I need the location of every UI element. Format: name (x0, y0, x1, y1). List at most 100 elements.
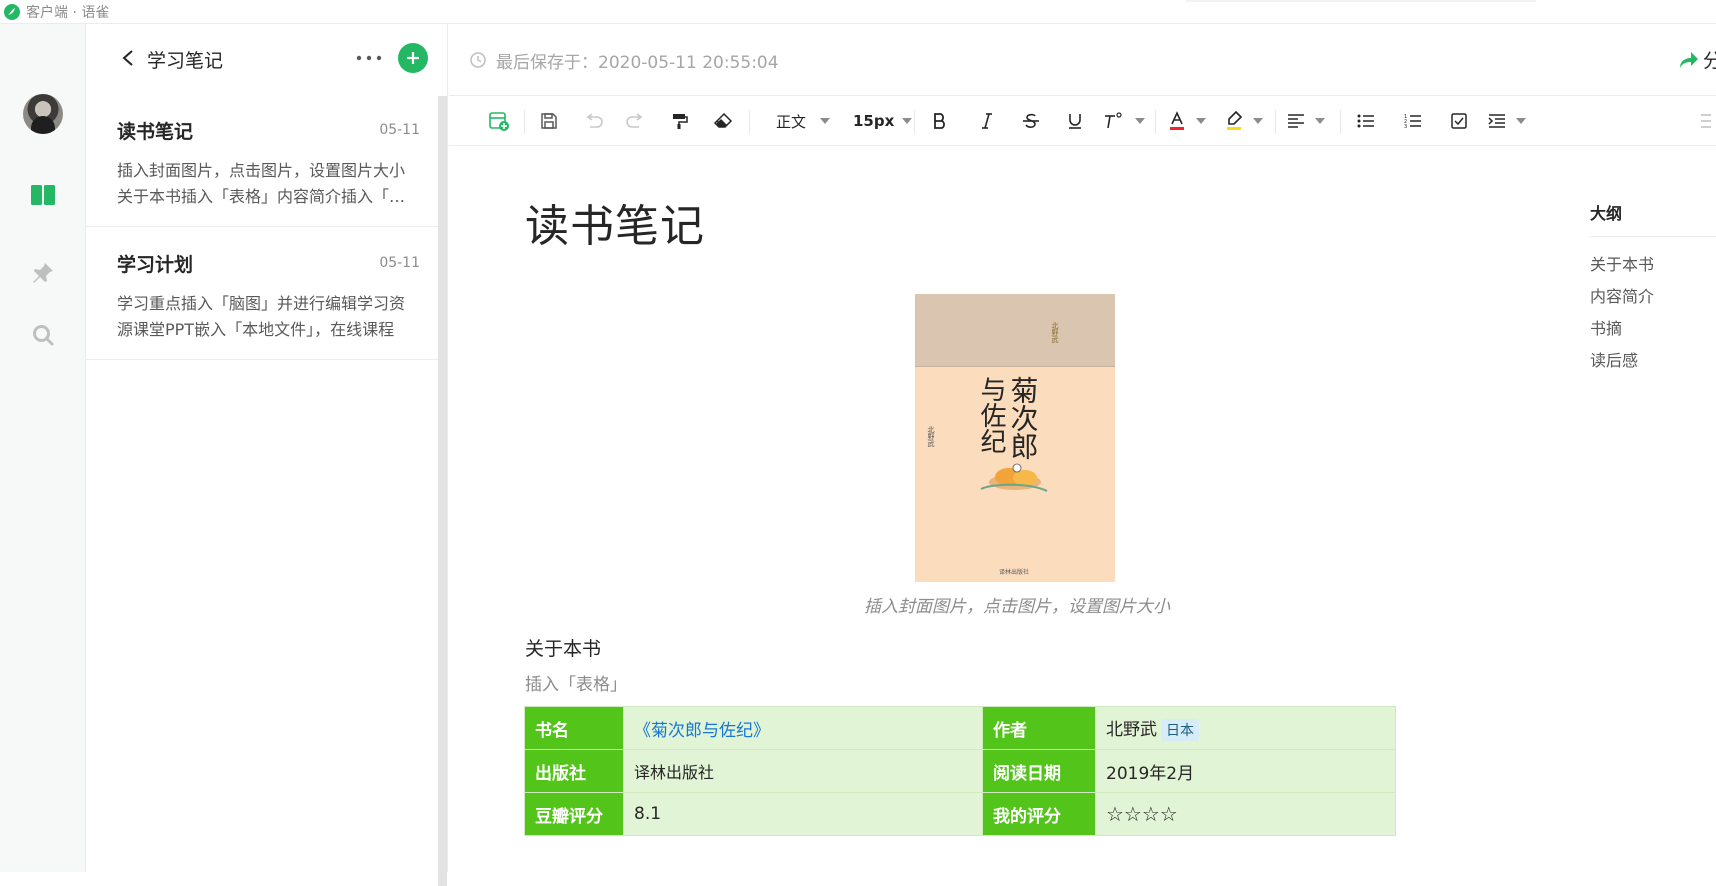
highlighter-icon (1227, 111, 1243, 130)
titlebar-divider (1186, 0, 1536, 2)
doc-list-item[interactable]: 读书笔记 05-11 插入封面图片，点击图片，设置图片大小关于本书插入「表格」内… (86, 94, 438, 227)
align-left-icon (1288, 114, 1304, 128)
save-icon[interactable] (535, 108, 563, 134)
chevron-down-icon (1135, 118, 1145, 124)
toolbar-divider (914, 110, 915, 134)
doc-title: 读书笔记 (117, 121, 194, 143)
italic-icon[interactable] (973, 108, 1001, 134)
table-key-cell[interactable]: 豆瓣评分 (524, 792, 624, 836)
avatar[interactable] (23, 94, 63, 134)
doc-heading[interactable]: 读书笔记 (525, 190, 705, 254)
doc-summary: 插入封面图片，点击图片，设置图片大小关于本书插入「表格」内容简介插入「引用」书摘 (117, 161, 406, 206)
outline-panel: 大纲 关于本书 内容简介 书摘 读后感 (1590, 200, 1716, 370)
table-key-cell[interactable]: 我的评分 (982, 792, 1096, 836)
doc-date: 05-11 (379, 255, 420, 271)
font-color-select[interactable] (1168, 108, 1206, 134)
save-status-bar: 最后保存于：2020-05-11 20:55:04 分 (449, 24, 1716, 96)
table-key-cell[interactable]: 阅读日期 (982, 749, 1096, 793)
document-body[interactable]: 读书笔记 北野武 菊次郎 与佐纪 北野武 译林出版社 插入封面图片，点击图片，设… (449, 146, 1716, 872)
author-name: 北野武 (1106, 720, 1157, 740)
table-row: 豆瓣评分 8.1 我的评分 ☆☆☆☆ (524, 792, 1396, 836)
table-row: 出版社 译林出版社 阅读日期 2019年2月 (524, 749, 1396, 793)
redo-icon[interactable] (621, 108, 649, 134)
outdent-icon[interactable] (1689, 108, 1716, 134)
chevron-down-icon (1315, 118, 1325, 124)
doc-list-item[interactable]: 学习计划 05-11 学习重点插入「脑图」并进行编辑学习资源课堂PPT嵌入「本地… (86, 227, 438, 360)
image-caption[interactable]: 插入封面图片，点击图片，设置图片大小 (817, 592, 1217, 617)
cover-title-sub: 与佐纪 (976, 376, 1006, 454)
more-icon[interactable] (354, 46, 384, 70)
share-label: 分 (1703, 50, 1716, 72)
book-info-table[interactable]: 书名 《菊次郎与佐纪》 作者 北野武 日本 出版社 译林出版社 阅读日期 2019… (524, 706, 1396, 836)
table-value-cell[interactable]: 2019年2月 (1095, 749, 1396, 793)
add-doc-button[interactable] (398, 43, 428, 73)
font-color-icon (1170, 111, 1184, 130)
section-hint[interactable]: 插入「表格」 (525, 670, 627, 695)
font-size-value: 15px (853, 112, 895, 130)
insert-card-icon[interactable] (485, 108, 513, 134)
svg-text:3: 3 (1404, 124, 1407, 129)
cover-artwork: 北野武 菊次郎 与佐纪 北野武 译林出版社 (927, 322, 1059, 576)
nationality-tag: 日本 (1161, 719, 1199, 741)
doc-list-panel: 学习笔记 读书笔记 05-11 插入封面图片，点击图片，设置图片大小关于本书插入… (86, 24, 448, 886)
numbered-list-icon[interactable]: 123 (1399, 108, 1427, 134)
back-icon[interactable] (116, 46, 140, 70)
toolbar-divider (1275, 110, 1276, 134)
table-value-cell[interactable]: 译林出版社 (623, 749, 983, 793)
outline-item[interactable]: 读后感 (1590, 347, 1716, 370)
table-key-cell[interactable]: 作者 (982, 706, 1096, 750)
pin-icon[interactable] (28, 258, 58, 288)
app-rail (0, 24, 86, 872)
outline-item[interactable]: 内容简介 (1590, 283, 1716, 306)
doc-title: 学习计划 (117, 254, 194, 276)
toolbar-divider (1340, 110, 1341, 134)
strikethrough-icon[interactable] (1017, 108, 1045, 134)
toolbar-divider (749, 110, 750, 134)
scrollbar[interactable] (438, 96, 447, 886)
title-bar: 客户端 · 语雀 (0, 0, 1716, 24)
align-select[interactable] (1287, 108, 1325, 134)
table-value-cell[interactable]: ☆☆☆☆ (1095, 792, 1396, 836)
share-button[interactable]: 分 (1679, 46, 1716, 73)
format-painter-icon[interactable] (665, 108, 693, 134)
outline-divider (1590, 236, 1716, 237)
bulleted-list-icon[interactable] (1352, 108, 1380, 134)
highlight-color-select[interactable] (1225, 108, 1263, 134)
book-cover-image[interactable]: 北野武 菊次郎 与佐纪 北野武 译林出版社 (915, 294, 1115, 582)
yuque-logo-icon (2, 2, 22, 22)
table-value-cell[interactable]: 北野武 日本 (1095, 706, 1396, 750)
editor: 最后保存于：2020-05-11 20:55:04 分 正文 15px 1 2 … (449, 24, 1716, 872)
saved-time: 最后保存于：2020-05-11 20:55:04 (496, 53, 779, 73)
cover-publisher: 译林出版社 (999, 568, 1029, 576)
table-value-cell[interactable]: 8.1 (623, 792, 983, 836)
doc-list: 读书笔记 05-11 插入封面图片，点击图片，设置图片大小关于本书插入「表格」内… (86, 94, 438, 360)
toolbar-divider (524, 110, 525, 134)
superscript-select[interactable] (1103, 108, 1145, 134)
bold-icon[interactable] (926, 108, 954, 134)
font-size-select[interactable]: 15px (853, 108, 913, 134)
table-key-cell[interactable]: 出版社 (524, 749, 624, 793)
table-value-cell[interactable]: 《菊次郎与佐纪》 (623, 706, 983, 750)
outline-item[interactable]: 书摘 (1590, 315, 1716, 338)
search-icon[interactable] (28, 320, 58, 350)
table-row: 书名 《菊次郎与佐纪》 作者 北野武 日本 (524, 706, 1396, 750)
book-title[interactable]: 学习笔记 (147, 46, 223, 73)
outline-item[interactable]: 关于本书 (1590, 251, 1716, 274)
chevron-down-icon (820, 118, 831, 124)
clock-icon (469, 51, 487, 69)
task-list-icon[interactable] (1445, 108, 1473, 134)
cover-author: 北野武 (927, 426, 935, 447)
chevron-down-icon (1516, 118, 1526, 124)
window-title: 客户端 · 语雀 (26, 4, 110, 21)
clear-format-icon[interactable] (709, 108, 737, 134)
undo-icon[interactable] (580, 108, 608, 134)
book-title-link[interactable]: 《菊次郎与佐纪》 (634, 721, 770, 741)
cover-title-main: 菊次郎 (1007, 376, 1040, 460)
table-key-cell[interactable]: 书名 (524, 706, 624, 750)
indent-select[interactable] (1488, 108, 1526, 134)
underline-icon[interactable] (1061, 108, 1089, 134)
paragraph-style-select[interactable]: 正文 (776, 108, 831, 134)
doc-date: 05-11 (379, 122, 420, 138)
section-heading[interactable]: 关于本书 (525, 634, 601, 661)
book-icon[interactable] (28, 180, 58, 210)
